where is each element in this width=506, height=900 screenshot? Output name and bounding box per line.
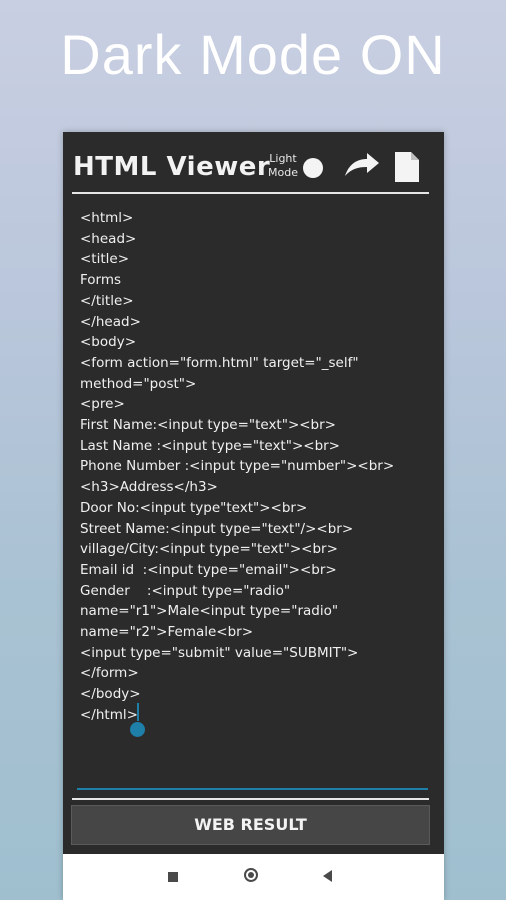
code-line: Door No:<input type"text"><br> xyxy=(80,499,308,516)
code-line: Last Name :<input type="text"><br> xyxy=(80,437,340,454)
code-line: <html> xyxy=(80,210,134,226)
mode-label-line1: Light xyxy=(269,152,297,165)
code-line: </body> xyxy=(80,686,141,703)
cursor-handle[interactable] xyxy=(130,722,145,737)
light-mode-label: Light Mode xyxy=(263,152,303,180)
code-line: name="r1">Male<input type="radio" xyxy=(80,603,339,620)
document-icon[interactable] xyxy=(393,150,421,184)
code-line: </head> xyxy=(80,313,141,330)
editor-underline xyxy=(77,788,428,790)
app-window: HTML Viewer Light Mode <html> <head> <titl… xyxy=(63,132,444,900)
text-cursor xyxy=(137,703,139,721)
code-line: First Name:<input type="text"><br> xyxy=(80,417,336,434)
mode-label-line2: Mode xyxy=(268,166,298,179)
code-line: <form action="form.html" target="_self" xyxy=(80,354,359,371)
back-triangle-icon[interactable] xyxy=(323,870,332,882)
code-line: <body> xyxy=(80,334,137,351)
code-line: Street Name:<input type="text"/><br> xyxy=(80,520,354,537)
code-line: <input type="submit" value="SUBMIT"> xyxy=(80,644,359,661)
light-mode-toggle[interactable] xyxy=(303,158,323,178)
code-line: Gender :<input type="radio" xyxy=(80,582,291,599)
recents-square-icon[interactable] xyxy=(168,872,178,882)
code-line: <title> xyxy=(80,251,130,268)
code-line: name="r2">Female<br> xyxy=(80,624,254,641)
system-navigation-bar xyxy=(63,854,444,900)
code-line: Email id :<input type="email"><br> xyxy=(80,561,337,578)
share-arrow-icon[interactable] xyxy=(343,150,381,180)
code-line: village/City:<input type="text"><br> xyxy=(80,541,338,558)
code-line: <pre> xyxy=(80,396,125,413)
header-divider xyxy=(72,192,429,194)
app-title: HTML Viewer xyxy=(73,152,271,182)
code-line: <head> xyxy=(80,230,137,247)
headline: Dark Mode ON xyxy=(60,23,446,86)
home-circle-icon[interactable] xyxy=(244,868,258,882)
code-line: <h3>Address</h3> xyxy=(80,479,218,496)
code-line: </form> xyxy=(80,665,139,682)
web-result-button[interactable]: WEB RESULT xyxy=(71,805,430,845)
footer-divider xyxy=(72,798,429,800)
code-line: Phone Number :<input type="number"><br> xyxy=(80,458,395,475)
code-line: </title> xyxy=(80,292,134,309)
code-line: method="post"> xyxy=(80,375,197,392)
code-line: Forms xyxy=(80,272,122,289)
code-editor[interactable]: <html> <head> <title> Forms </title> </head> <… xyxy=(80,208,430,726)
